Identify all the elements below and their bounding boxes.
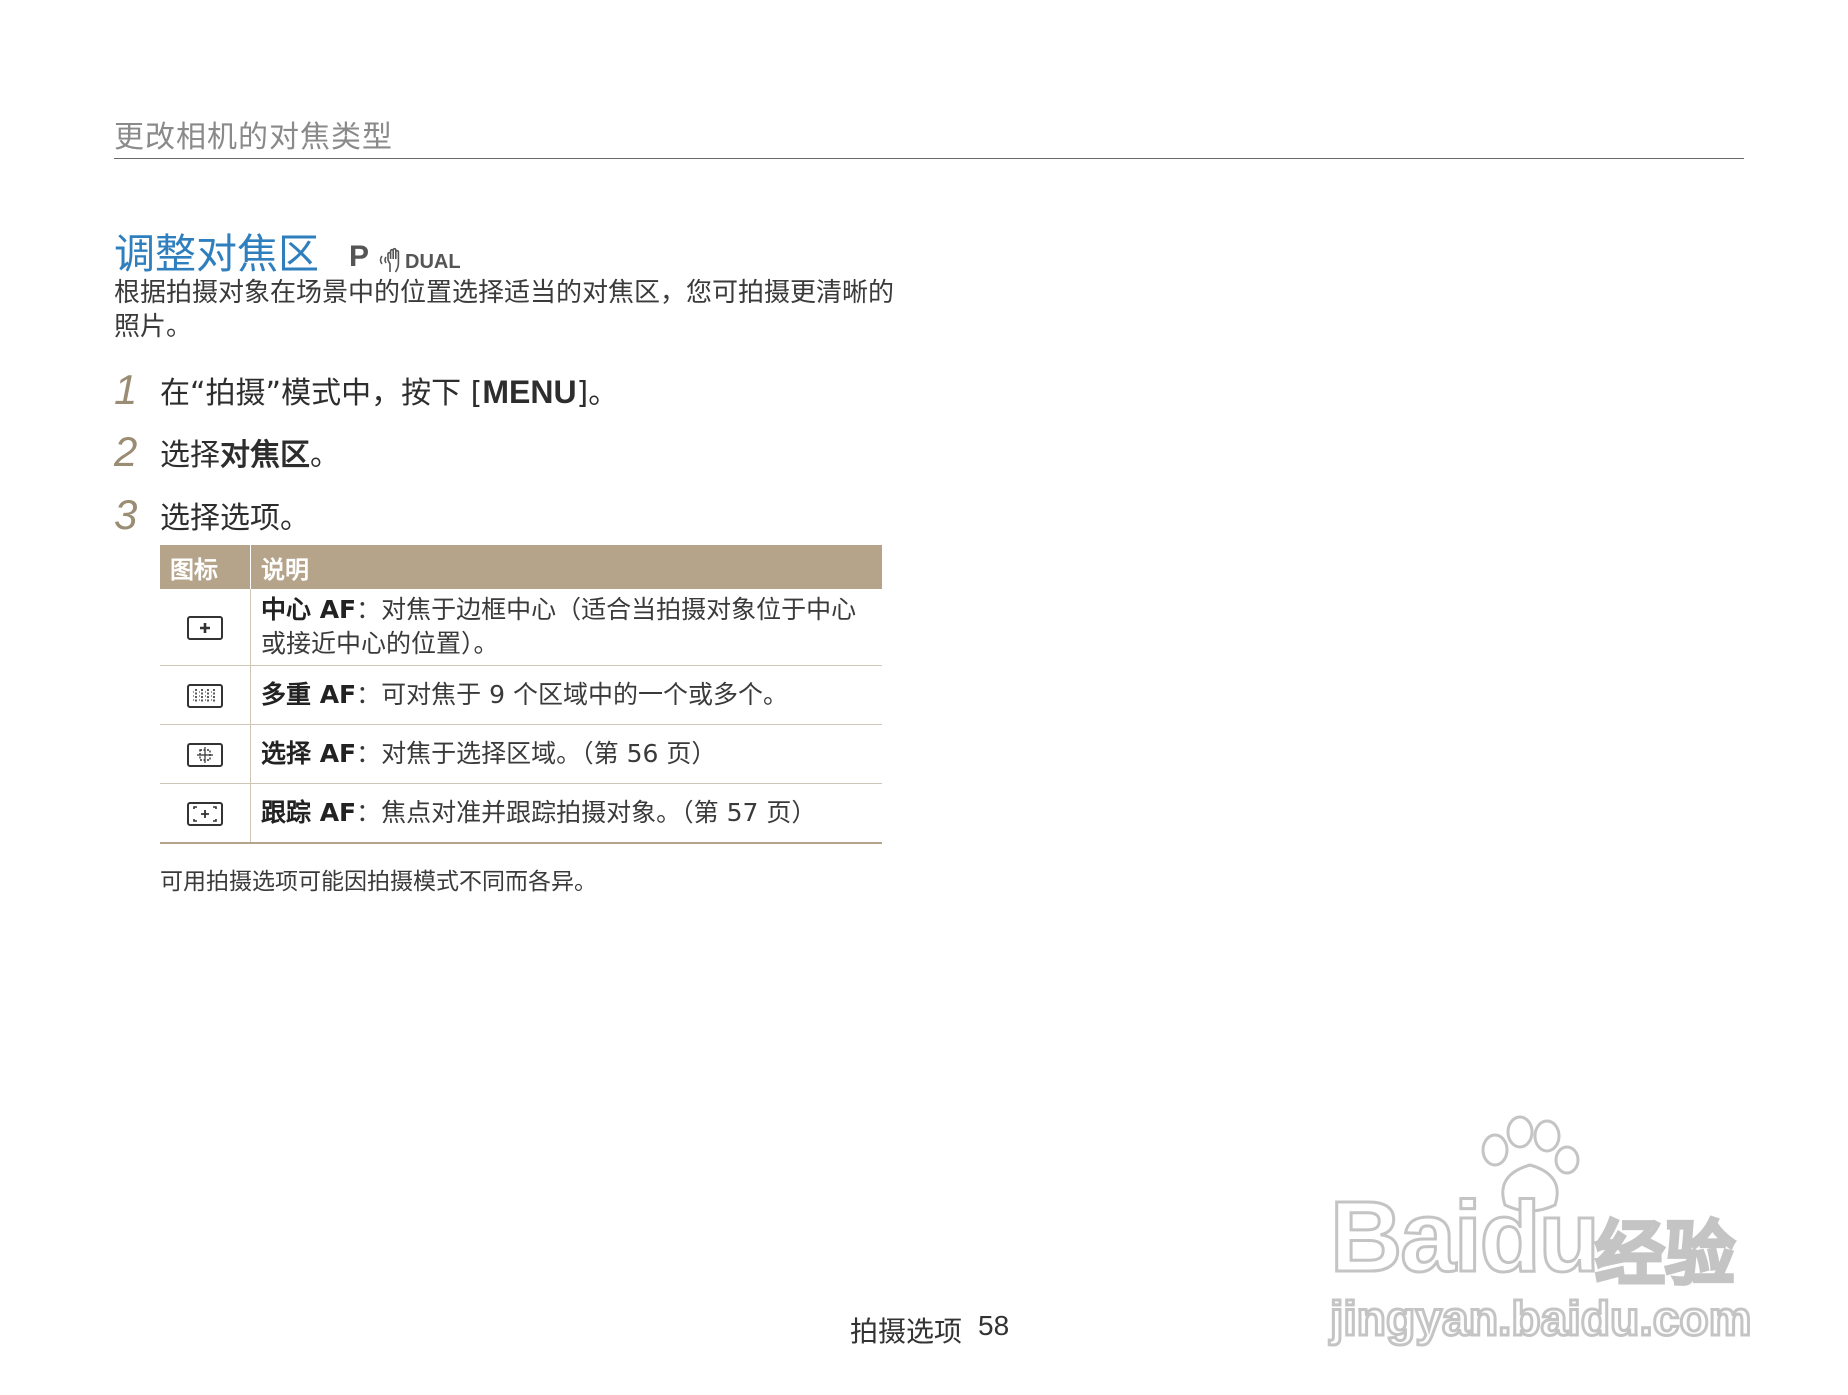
step-text-pre: 选择 [160,438,220,473]
center-af-icon [187,616,223,640]
watermark-cn: 经验 [1594,1212,1737,1297]
option-description: ：对焦于选择区域。（第 56 页） [356,739,717,768]
program-mode-icon: P [349,240,370,273]
intro-paragraph: 根据拍摄对象在场景中的位置选择适当的对焦区，您可拍摄更清晰的照片。 [114,278,895,342]
option-name: 中心 AF [261,595,357,624]
baidu-watermark: Baidu 经验 jingyan.baidu.com [1320,1115,1760,1348]
step-text: 选择选项。 [160,501,310,536]
step-text-post: ]。 [576,376,619,411]
page-number: 58 [978,1310,1010,1341]
option-description: ：可对焦于 9 个区域中的一个或多个。 [356,680,788,709]
table-row: 中心 AF：对焦于边框中心（适合当拍摄对象位于中心或接近中心的位置）。 [160,589,882,666]
step-text: 选择对焦区。 [160,430,340,474]
dual-is-mode-icon: DUAL [379,246,461,274]
multi-af-icon [187,684,223,708]
watermark-url: jingyan.baidu.com [1328,1292,1752,1348]
step-number: 3 [114,491,138,538]
step-1: 1 在“拍摄”模式中，按下 [MENU]。 [114,366,618,414]
page-footer: 拍摄选项 58 [850,1310,1009,1350]
chapter-header: 更改相机的对焦类型 [114,112,1744,159]
step-3: 3 选择选项。 [114,491,310,539]
step-text-pre: 在“拍摄”模式中，按下 [ [160,376,483,411]
table-header-row: 图标 说明 [160,545,882,589]
mode-icons: P DUAL [349,240,461,280]
step-number: 2 [114,428,138,475]
option-name: 选择 AF [261,739,357,768]
step-text: 在“拍摄”模式中，按下 [MENU]。 [160,368,618,412]
option-name: 跟踪 AF [261,798,357,827]
focus-options-table: 图标 说明 中心 AF：对焦于边框中心（适合当拍摄对象位于中心或接近中心的位置）… [160,545,882,844]
hand-shake-icon [379,247,400,273]
header-icon: 图标 [160,545,251,589]
tracking-af-icon [187,802,223,826]
chapter-title: 更改相机的对焦类型 [114,120,393,155]
step-number: 1 [114,366,138,413]
table-row: 多重 AF：可对焦于 9 个区域中的一个或多个。 [160,665,882,725]
table-row: 选择 AF：对焦于选择区域。（第 56 页） [160,724,882,784]
focus-area-label: 对焦区 [220,438,310,473]
section-heading: 调整对焦区 P DUAL [114,220,461,280]
header-description: 说明 [250,545,882,589]
option-description: ：焦点对准并跟踪拍摄对象。（第 57 页） [356,798,817,827]
table-note: 可用拍摄选项可能因拍摄模式不同而各异。 [160,869,597,895]
step-2: 2 选择对焦区。 [114,428,340,476]
footer-section: 拍摄选项 [850,1315,963,1348]
dual-label: DUAL [405,251,461,273]
menu-button-label: MENU [482,374,577,410]
watermark-brand: Baidu [1329,1180,1602,1295]
section-title: 调整对焦区 [114,230,319,278]
option-name: 多重 AF [261,680,357,709]
step-text-post: 。 [310,438,340,473]
selection-af-icon [187,743,223,767]
table-row: 跟踪 AF：焦点对准并跟踪拍摄对象。（第 57 页） [160,783,882,844]
